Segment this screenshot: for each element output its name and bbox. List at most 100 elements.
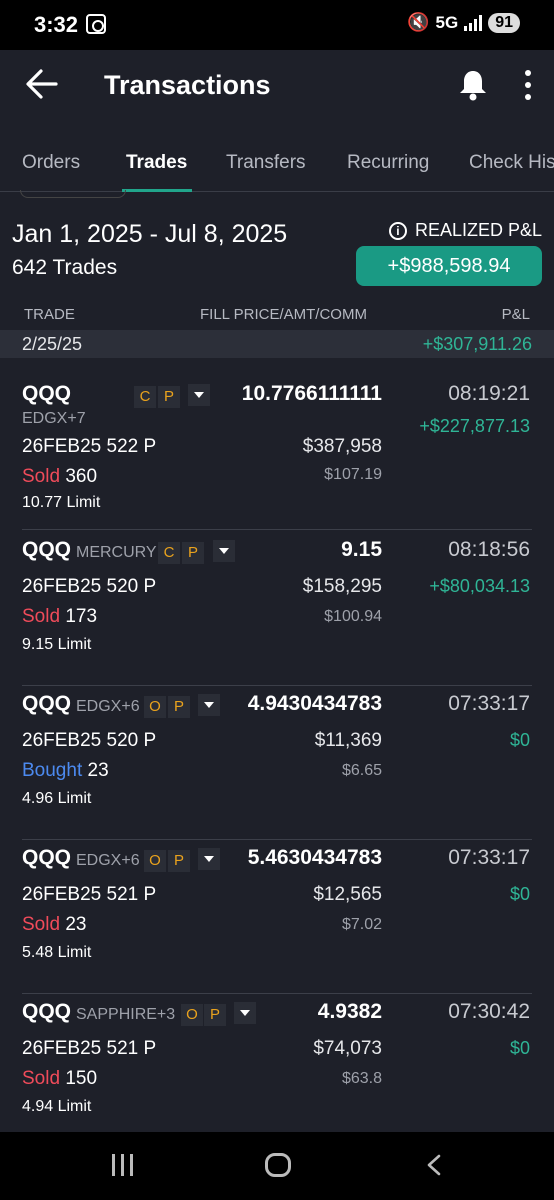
trade-pnl: +$80,034.13 <box>429 576 530 596</box>
column-pnl: P&L <box>501 306 530 323</box>
trade-badge-1: C <box>158 542 180 564</box>
column-trade: TRADE <box>24 306 75 323</box>
tab-bar: Orders Trades Transfers Recurring Check … <box>0 140 554 192</box>
trade-quantity: 150 <box>65 1068 98 1089</box>
tab-trades[interactable]: Trades <box>126 152 187 174</box>
tab-orders[interactable]: Orders <box>22 152 80 174</box>
trade-badge-1: O <box>144 850 166 872</box>
column-fill: FILL PRICE/AMT/COMM <box>200 306 367 323</box>
app-header: Transactions <box>0 50 554 122</box>
trade-badge-1: O <box>181 1004 203 1026</box>
trade-commission: $63.8 <box>341 1070 382 1087</box>
filter-chip-edge <box>20 190 126 198</box>
trade-time: 08:18:56 <box>448 538 530 561</box>
trade-pnl: +$227,877.13 <box>419 416 530 436</box>
fill-price: 9.15 <box>341 538 382 561</box>
battery-badge: 91 <box>488 12 520 33</box>
order-limit: 10.77 Limit <box>22 494 101 511</box>
nav-back-icon[interactable] <box>424 1154 444 1176</box>
trade-exchange: EDGX+6 <box>76 698 140 715</box>
recents-icon[interactable] <box>112 1154 136 1176</box>
contract-description: 26FEB25 521 P <box>22 884 157 905</box>
trade-row[interactable]: QQQ EDGX+6 O P 4.9430434783 07:33:17 26FEB25 5… <box>0 686 554 840</box>
contract-description: 26FEB25 522 P <box>22 436 157 457</box>
trade-pnl: $0 <box>509 884 530 904</box>
screenshot-icon <box>86 14 106 34</box>
trade-row[interactable]: QQQ MERCURY C P 9.15 08:18:56 26FEB25 520 P $15… <box>0 532 554 686</box>
bell-icon[interactable] <box>456 68 490 102</box>
order-limit: 9.15 Limit <box>22 636 92 653</box>
trade-side: Sold 150 <box>22 1068 97 1090</box>
trade-exchange: SAPPHIRE+3 <box>76 1006 176 1023</box>
trade-count: 642 Trades <box>12 256 118 279</box>
trade-row[interactable]: QQQ EDGX+6 O P 5.4630434783 07:33:17 26FEB25 5… <box>0 840 554 994</box>
fill-price: 4.9382 <box>317 1000 382 1023</box>
trade-row[interactable]: QQQ EDGX+7 C P 10.7766111111 08:19:21 26FEB25 … <box>0 376 554 530</box>
status-time: 3:32 <box>34 12 79 37</box>
trade-side: Bought 23 <box>22 760 109 782</box>
tab-recurring[interactable]: Recurring <box>347 152 429 174</box>
status-indicators: 🔇 5G 91 <box>407 12 520 33</box>
expand-caret-icon[interactable] <box>234 1002 256 1024</box>
realized-pnl-value[interactable]: +$988,598.94 <box>356 246 542 286</box>
tab-transfers[interactable]: Transfers <box>226 152 306 174</box>
more-vertical-icon[interactable] <box>518 68 538 102</box>
trade-row[interactable]: QQQ SAPPHIRE+3 O P 4.9382 07:30:42 26FEB25 521… <box>0 994 554 1132</box>
trade-commission: $100.94 <box>324 608 382 625</box>
trade-side: Sold 360 <box>22 466 97 488</box>
active-tab-indicator <box>122 189 192 192</box>
info-icon[interactable]: i <box>388 221 407 240</box>
fill-price: 5.4630434783 <box>247 846 382 869</box>
trade-exchange: MERCURY <box>76 544 157 561</box>
column-headers: TRADE FILL PRICE/AMT/COMM P&L <box>0 304 554 326</box>
trade-symbol: QQQ <box>22 382 72 405</box>
network-label: 5G <box>435 12 459 32</box>
trade-action: Sold <box>22 466 61 487</box>
trade-exchange: EDGX+6 <box>76 852 140 869</box>
trade-symbol: QQQ <box>22 1000 72 1023</box>
signal-icon <box>464 14 483 31</box>
group-pnl: +$307,911.26 <box>422 334 532 354</box>
trade-time: 07:30:42 <box>448 1000 530 1023</box>
row-divider <box>22 529 532 530</box>
expand-caret-icon[interactable] <box>213 540 235 562</box>
tab-check-history[interactable]: Check His <box>469 152 554 174</box>
trade-time: 07:33:17 <box>448 692 530 715</box>
system-nav-bar <box>0 1132 554 1200</box>
trade-badge-1: O <box>144 696 166 718</box>
contract-description: 26FEB25 521 P <box>22 1038 157 1059</box>
trade-commission: $6.65 <box>341 762 382 779</box>
trade-quantity: 23 <box>65 914 87 935</box>
page-title: Transactions <box>104 70 271 100</box>
realized-pnl-text: REALIZED P&L <box>414 220 542 240</box>
trade-commission: $107.19 <box>324 466 382 483</box>
trade-time: 08:19:21 <box>448 382 530 405</box>
trade-action: Bought <box>22 760 83 781</box>
contract-description: 26FEB25 520 P <box>22 730 157 751</box>
trade-amount: $12,565 <box>313 884 382 905</box>
expand-caret-icon[interactable] <box>188 384 210 406</box>
trade-pnl: $0 <box>509 1038 530 1058</box>
expand-caret-icon[interactable] <box>198 848 220 870</box>
fill-price: 4.9430434783 <box>247 692 382 715</box>
trade-symbol: QQQ <box>22 846 72 869</box>
order-limit: 4.96 Limit <box>22 790 92 807</box>
trade-time: 07:33:17 <box>448 846 530 869</box>
trade-badge-2: P <box>182 542 204 564</box>
trade-action: Sold <box>22 1068 61 1089</box>
date-group-header: 2/25/25 +$307,911.26 <box>0 330 554 358</box>
trade-side: Sold 173 <box>22 606 97 628</box>
home-icon[interactable] <box>265 1153 291 1177</box>
expand-caret-icon[interactable] <box>198 694 220 716</box>
order-limit: 4.94 Limit <box>22 1098 92 1115</box>
trade-amount: $387,958 <box>302 436 382 457</box>
trade-badge-2: P <box>168 696 190 718</box>
back-arrow-icon[interactable] <box>24 66 60 102</box>
trade-commission: $7.02 <box>341 916 382 933</box>
trade-exchange: EDGX+7 <box>22 410 86 427</box>
trade-action: Sold <box>22 606 61 627</box>
date-range[interactable]: Jan 1, 2025 - Jul 8, 2025 <box>12 220 287 249</box>
trade-side: Sold 23 <box>22 914 86 936</box>
order-limit: 5.48 Limit <box>22 944 92 961</box>
trade-badge-1: C <box>134 386 156 408</box>
